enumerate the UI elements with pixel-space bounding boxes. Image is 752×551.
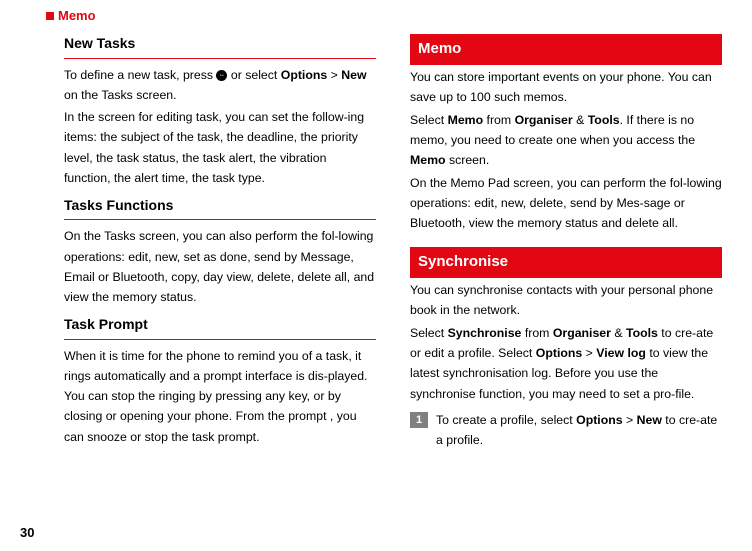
text: > bbox=[582, 346, 596, 360]
text: & bbox=[573, 113, 588, 127]
paragraph: To define a new task, press ↔ or select … bbox=[64, 65, 376, 106]
bold-options: Options bbox=[281, 68, 327, 82]
step-row: 1 To create a profile, select Options > … bbox=[410, 410, 722, 451]
text: & bbox=[611, 326, 626, 340]
running-header: Memo bbox=[0, 0, 752, 26]
paragraph: In the screen for editing task, you can … bbox=[64, 107, 376, 188]
paragraph: On the Memo Pad screen, you can perform … bbox=[410, 173, 722, 234]
content-columns: New Tasks To define a new task, press ↔ … bbox=[0, 26, 752, 450]
text: from bbox=[521, 326, 552, 340]
text: Select bbox=[410, 326, 448, 340]
section-bar-memo: Memo bbox=[410, 34, 722, 65]
right-column: Memo You can store important events on y… bbox=[410, 32, 722, 450]
text: To define a new task, press bbox=[64, 68, 216, 82]
paragraph: When it is time for the phone to remind … bbox=[64, 346, 376, 447]
bold-organiser: Organiser bbox=[515, 113, 573, 127]
paragraph: Select Memo from Organiser & Tools. If t… bbox=[410, 110, 722, 171]
bold-view-log: View log bbox=[596, 346, 646, 360]
step-number-badge: 1 bbox=[410, 412, 428, 428]
bold-synchronise: Synchronise bbox=[448, 326, 522, 340]
header-title: Memo bbox=[58, 5, 96, 26]
step-text: To create a profile, select Options > Ne… bbox=[436, 410, 722, 451]
paragraph: Select Synchronise from Organiser & Tool… bbox=[410, 323, 722, 404]
text: from bbox=[483, 113, 514, 127]
bold-options: Options bbox=[576, 413, 622, 427]
heading-tasks-functions: Tasks Functions bbox=[64, 194, 376, 220]
paragraph: You can synchronise contacts with your p… bbox=[410, 280, 722, 321]
text: To create a profile, select bbox=[436, 413, 576, 427]
bold-new: New bbox=[637, 413, 662, 427]
left-column: New Tasks To define a new task, press ↔ … bbox=[64, 32, 376, 450]
heading-task-prompt: Task Prompt bbox=[64, 313, 376, 339]
bold-new: New bbox=[341, 68, 366, 82]
nav-key-icon: ↔ bbox=[216, 70, 227, 81]
red-square-icon bbox=[46, 12, 54, 20]
paragraph: On the Tasks screen, you can also perfor… bbox=[64, 226, 376, 307]
bold-options: Options bbox=[536, 346, 582, 360]
text: > bbox=[623, 413, 637, 427]
bold-tools: Tools bbox=[626, 326, 658, 340]
bold-tools: Tools bbox=[588, 113, 620, 127]
bold-memo2: Memo bbox=[410, 153, 446, 167]
text: or select bbox=[227, 68, 280, 82]
text: Select bbox=[410, 113, 448, 127]
bold-memo: Memo bbox=[448, 113, 484, 127]
bar-label: Synchronise bbox=[418, 250, 508, 275]
heading-new-tasks: New Tasks bbox=[64, 32, 376, 58]
bold-organiser: Organiser bbox=[553, 326, 611, 340]
section-bar-synchronise: Synchronise bbox=[410, 247, 722, 278]
text: > bbox=[327, 68, 341, 82]
text: screen. bbox=[446, 153, 490, 167]
bar-label: Memo bbox=[418, 37, 461, 62]
page-number: 30 bbox=[20, 522, 34, 543]
text: on the Tasks screen. bbox=[64, 88, 177, 102]
paragraph: You can store important events on your p… bbox=[410, 67, 722, 108]
